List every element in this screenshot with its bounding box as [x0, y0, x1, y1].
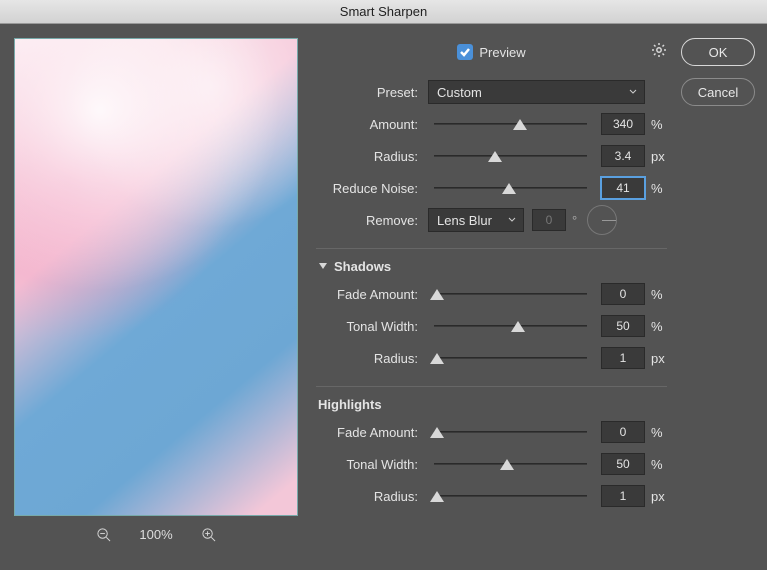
highlights-tonal-field[interactable] [601, 453, 645, 475]
preset-select[interactable]: Custom [428, 80, 645, 104]
shadows-radius-unit: px [645, 351, 667, 366]
amount-label: Amount: [316, 117, 428, 132]
shadows-radius-field[interactable] [601, 347, 645, 369]
preset-label: Preset: [316, 85, 428, 100]
reduce-noise-field[interactable] [601, 177, 645, 199]
window-title: Smart Sharpen [340, 4, 427, 19]
highlights-radius-field[interactable] [601, 485, 645, 507]
zoom-out-icon[interactable] [95, 526, 111, 542]
shadows-radius-label: Radius: [316, 351, 428, 366]
reduce-noise-slider[interactable] [434, 181, 587, 195]
angle-dial[interactable] [587, 205, 617, 235]
highlights-fade-field[interactable] [601, 421, 645, 443]
radius-label: Radius: [316, 149, 428, 164]
angle-field [532, 209, 566, 231]
divider [316, 248, 667, 249]
preview-label: Preview [479, 45, 525, 60]
titlebar: Smart Sharpen [0, 0, 767, 24]
remove-value: Lens Blur [437, 213, 492, 228]
reduce-noise-label: Reduce Noise: [316, 181, 428, 196]
preview-image[interactable] [14, 38, 298, 516]
zoom-level: 100% [139, 527, 172, 542]
highlights-tonal-slider[interactable] [434, 457, 587, 471]
highlights-title: Highlights [318, 397, 382, 412]
zoom-in-icon[interactable] [201, 526, 217, 542]
chevron-down-icon [507, 213, 517, 228]
radius-slider[interactable] [434, 149, 587, 163]
smart-sharpen-dialog: Smart Sharpen 100% Preview [0, 0, 767, 570]
shadows-fade-unit: % [645, 287, 667, 302]
highlights-radius-unit: px [645, 489, 667, 504]
amount-field[interactable] [601, 113, 645, 135]
cancel-button[interactable]: Cancel [681, 78, 755, 106]
shadows-section-toggle[interactable]: Shadows [316, 255, 667, 278]
highlights-fade-slider[interactable] [434, 425, 587, 439]
ok-button[interactable]: OK [681, 38, 755, 66]
chevron-down-icon [628, 85, 638, 100]
chevron-down-icon [318, 259, 328, 274]
radius-unit: px [645, 149, 667, 164]
shadows-tonal-label: Tonal Width: [316, 319, 428, 334]
shadows-tonal-unit: % [645, 319, 667, 334]
highlights-tonal-unit: % [645, 457, 667, 472]
shadows-fade-label: Fade Amount: [316, 287, 428, 302]
degree-label: ° [566, 213, 577, 228]
gear-icon[interactable] [651, 42, 667, 61]
highlights-radius-label: Radius: [316, 489, 428, 504]
highlights-fade-label: Fade Amount: [316, 425, 428, 440]
shadows-fade-slider[interactable] [434, 287, 587, 301]
preset-value: Custom [437, 85, 482, 100]
shadows-tonal-slider[interactable] [434, 319, 587, 333]
amount-slider[interactable] [434, 117, 587, 131]
shadows-radius-slider[interactable] [434, 351, 587, 365]
highlights-tonal-label: Tonal Width: [316, 457, 428, 472]
radius-field[interactable] [601, 145, 645, 167]
highlights-radius-slider[interactable] [434, 489, 587, 503]
remove-select[interactable]: Lens Blur [428, 208, 524, 232]
shadows-title: Shadows [334, 259, 391, 274]
reduce-noise-unit: % [645, 181, 667, 196]
highlights-fade-unit: % [645, 425, 667, 440]
shadows-fade-field[interactable] [601, 283, 645, 305]
amount-unit: % [645, 117, 667, 132]
highlights-section-title: Highlights [316, 393, 667, 416]
remove-label: Remove: [316, 213, 428, 228]
divider [316, 386, 667, 387]
shadows-tonal-field[interactable] [601, 315, 645, 337]
preview-checkbox[interactable] [457, 44, 473, 60]
